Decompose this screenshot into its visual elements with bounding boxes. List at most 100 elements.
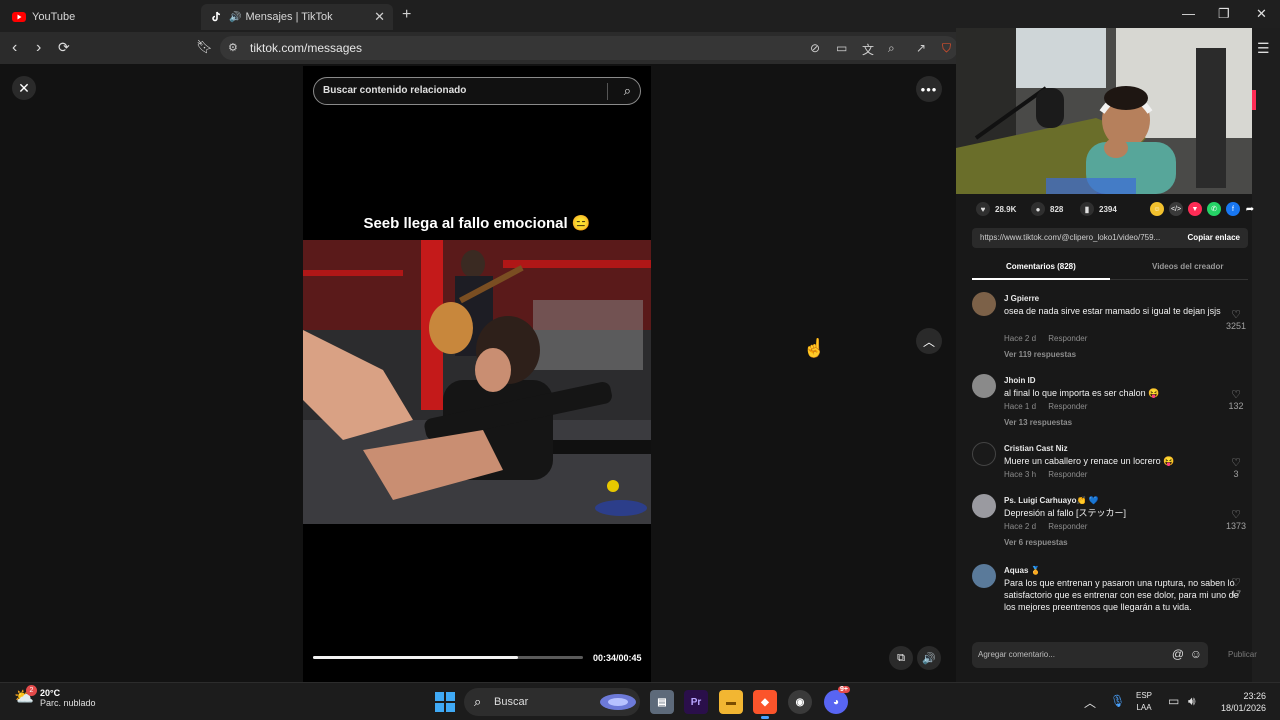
share-icon[interactable]: ↗: [916, 41, 926, 55]
youtube-icon: [12, 10, 26, 24]
back-icon[interactable]: ‹: [12, 39, 17, 57]
video-frame[interactable]: [303, 240, 651, 524]
more-options-button[interactable]: •••: [916, 76, 942, 102]
brave-shield-icon[interactable]: ⛉: [942, 41, 951, 56]
comment-like[interactable]: ♡ 3251: [1224, 308, 1248, 331]
volume-button[interactable]: 🔊: [917, 646, 941, 670]
emoji-icon[interactable]: ☺: [1190, 647, 1202, 661]
menu-icon[interactable]: ☰: [1257, 40, 1270, 57]
share-link-text[interactable]: https://www.tiktok.com/@clipero_loko1/vi…: [980, 233, 1160, 242]
bookmark-icon: ▮: [1080, 202, 1094, 216]
pip-button[interactable]: ⧉: [889, 646, 913, 670]
video-player[interactable]: Buscar contenido relacionado ⌕ Seeb lleg…: [303, 66, 651, 682]
reply-button[interactable]: Responder: [1048, 402, 1087, 411]
forward-share-icon[interactable]: ➦: [1243, 202, 1257, 216]
comment-list: J Gpierre osea de nada sirve estar mamad…: [972, 290, 1248, 628]
address-bar[interactable]: ⚙ tiktok.com/messages ⊘ ▭ 文 ⌕ ↗ ⛉: [220, 36, 958, 60]
comment-like[interactable]: ♡ 132: [1224, 388, 1248, 411]
premiere-pro-icon[interactable]: Pr: [684, 690, 708, 714]
translate-icon[interactable]: 文: [862, 41, 874, 58]
like-stat[interactable]: ♥ 28.9K: [976, 202, 1016, 216]
whatsapp-icon[interactable]: ✆: [1207, 202, 1221, 216]
publish-button[interactable]: Publicar: [1228, 650, 1257, 659]
facebook-icon[interactable]: f: [1226, 202, 1240, 216]
file-explorer-icon[interactable]: ▬: [719, 690, 743, 714]
tab-comments[interactable]: Comentarios (828): [1006, 262, 1076, 271]
avatar[interactable]: [972, 494, 996, 518]
mention-icon[interactable]: @: [1172, 647, 1184, 661]
comment-stat[interactable]: ● 828: [1031, 202, 1063, 216]
avatar[interactable]: [972, 374, 996, 398]
network-icon[interactable]: ▭: [1168, 694, 1179, 708]
bookmark-icon[interactable]: 🔖︎: [196, 39, 213, 55]
cast-icon[interactable]: ▭: [836, 41, 847, 55]
task-view-icon[interactable]: ▤: [650, 690, 674, 714]
avatar[interactable]: [972, 442, 996, 466]
save-stat[interactable]: ▮ 2394: [1080, 202, 1117, 216]
speaker-icon[interactable]: 🔊: [229, 12, 241, 23]
comment-username[interactable]: Jhoin ID: [1004, 376, 1036, 385]
comment-tabs: Comentarios (828) Videos del creador: [972, 256, 1248, 280]
comment-username[interactable]: Aquas 🏅: [1004, 566, 1041, 575]
clock-time: 23:26: [1243, 691, 1266, 701]
microphone-icon[interactable]: 🎙︎: [1110, 694, 1125, 708]
previous-video-button[interactable]: ︿: [916, 328, 942, 354]
embed-icon[interactable]: </>: [1169, 202, 1183, 216]
tab-youtube[interactable]: YouTube: [4, 4, 200, 30]
coin-share-icon[interactable]: ☺: [1150, 202, 1164, 216]
comment-username[interactable]: Ps. Luigi Carhuayo👏 💙: [1004, 496, 1099, 505]
comment-placeholder: Agregar comentario...: [978, 650, 1055, 659]
comment-username[interactable]: Cristian Cast Niz: [1004, 444, 1068, 453]
comment-input[interactable]: Agregar comentario... @ ☺: [972, 642, 1208, 668]
comment-text: Muere un caballero y renace un locrero 😝: [1004, 456, 1175, 466]
weather-widget[interactable]: ⛅ 2 20°C Parc. nublado: [14, 685, 96, 709]
live-indicator: [1252, 90, 1256, 110]
avatar[interactable]: [972, 564, 996, 588]
forward-icon[interactable]: ›: [36, 39, 41, 57]
comment-like-count: 132: [1228, 401, 1244, 411]
comment-meta: Hace 3 h Responder: [1004, 470, 1097, 479]
reload-icon[interactable]: ⟳: [58, 39, 70, 56]
no-tracking-icon[interactable]: ⊘: [810, 41, 820, 55]
reply-button[interactable]: Responder: [1048, 334, 1087, 343]
restore-icon[interactable]: ❐: [1218, 6, 1230, 22]
copy-link-button[interactable]: Copiar enlace: [1188, 233, 1240, 242]
volume-tray-icon[interactable]: 🔊︎: [1188, 694, 1196, 709]
related-search-input[interactable]: Buscar contenido relacionado ⌕: [313, 77, 641, 105]
comment-like[interactable]: ♡ 3: [1224, 456, 1248, 479]
tab-title: Mensajes | TikTok: [245, 11, 333, 23]
heart-outline-icon: ♡: [1231, 389, 1241, 401]
zoom-icon[interactable]: ⌕: [888, 41, 895, 56]
avatar[interactable]: [972, 292, 996, 316]
discord-icon[interactable]: ◕ 9+: [824, 686, 850, 714]
view-replies-button[interactable]: Ver 6 respuestas: [1004, 538, 1068, 547]
tab-tiktok-messages[interactable]: 🔊 Mensajes | TikTok ✕: [201, 4, 393, 30]
tray-expand-icon[interactable]: ︿: [1084, 694, 1096, 711]
send-icon[interactable]: ▼: [1188, 202, 1202, 216]
new-tab-icon[interactable]: +: [402, 6, 411, 24]
site-settings-icon[interactable]: ⚙: [228, 41, 238, 54]
view-replies-button[interactable]: Ver 119 respuestas: [1004, 350, 1076, 359]
tiktok-icon: [209, 10, 223, 24]
tab-creator-videos[interactable]: Videos del creador: [1152, 262, 1223, 271]
hand-cursor-icon: ☝: [803, 338, 826, 358]
search-highlight-icon[interactable]: [598, 690, 638, 714]
reply-button[interactable]: Responder: [1048, 470, 1087, 479]
comment-like[interactable]: ♡ 17: [1224, 576, 1248, 599]
comment-username[interactable]: J Gpierre: [1004, 294, 1039, 303]
view-replies-button[interactable]: Ver 13 respuestas: [1004, 418, 1072, 427]
close-tab-icon[interactable]: ✕: [374, 9, 385, 25]
taskbar-clock[interactable]: 23:26 18/01/2026: [1212, 690, 1266, 714]
clock-date: 18/01/2026: [1220, 703, 1266, 713]
obs-icon[interactable]: ◉: [788, 690, 812, 714]
video-progress-bar[interactable]: [313, 656, 583, 659]
brave-browser-icon[interactable]: ◆: [753, 690, 777, 714]
minimize-icon[interactable]: —: [1182, 6, 1195, 21]
comment-like[interactable]: ♡ 1373: [1224, 508, 1248, 531]
close-window-icon[interactable]: ✕: [1256, 6, 1267, 22]
search-icon[interactable]: ⌕: [624, 83, 631, 99]
language-indicator[interactable]: ESP LAA: [1136, 690, 1152, 714]
start-button[interactable]: [435, 692, 455, 712]
reply-button[interactable]: Responder: [1048, 522, 1087, 531]
close-video-button[interactable]: ✕: [12, 76, 36, 100]
